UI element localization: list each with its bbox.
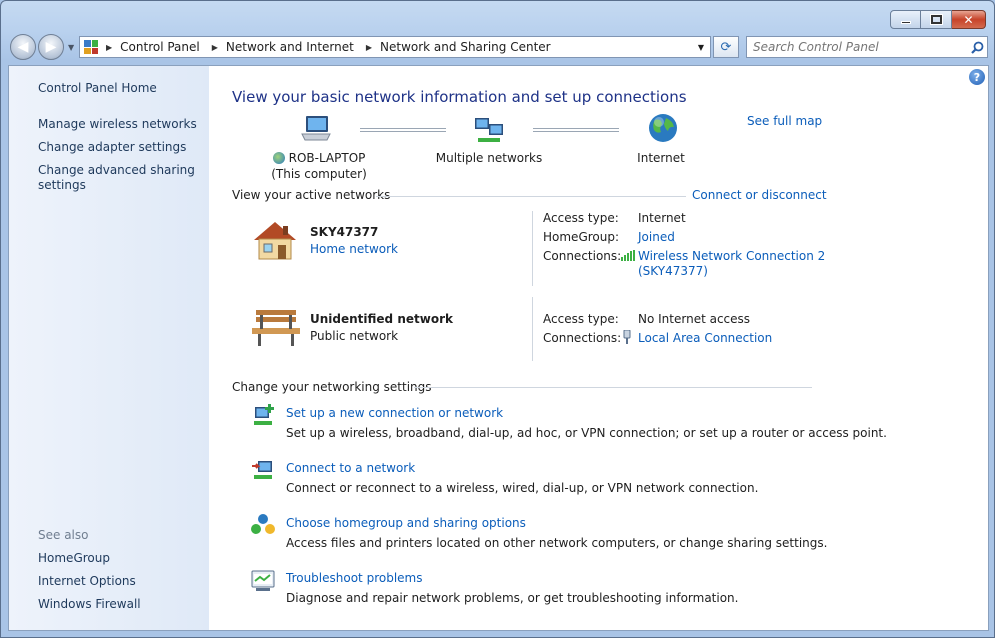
ethernet-plug-icon [622,329,632,347]
network-type-link[interactable]: Home network [310,242,398,256]
homegroup-sharing-link[interactable]: Choose homegroup and sharing options [286,515,827,531]
client-area: Control Panel Home Manage wireless netwo… [8,65,989,631]
multiple-networks-label: Multiple networks [435,151,543,165]
troubleshoot-link[interactable]: Troubleshoot problems [286,570,738,586]
sidebar-item-change-advanced-sharing-settings[interactable]: Change advanced sharing [38,163,195,178]
breadcrumb-arrow-icon[interactable]: ▶ [212,43,218,52]
task-connect-network: Connect to a network Connect or reconnec… [286,460,758,496]
help-button[interactable]: ? [969,69,985,85]
refresh-button[interactable]: ⟳ [713,36,739,58]
internet-globe-icon[interactable] [647,112,679,147]
access-type-value: Internet [638,211,686,225]
see-also-label: See also [38,528,89,542]
access-type-value: No Internet access [638,312,751,326]
wireless-connection-link[interactable]: Wireless Network Connection 2 [638,248,825,264]
recent-pages-dropdown-icon[interactable]: ▼ [68,43,74,52]
sidebar-item-homegroup[interactable]: HomeGroup [38,551,110,566]
this-computer-node[interactable]: ROB-LAPTOP (This computer) [259,150,379,182]
connections-label: Connections: [543,249,622,263]
homegroup-label: HomeGroup: [543,230,620,244]
home-network-icon[interactable] [250,218,300,265]
minimize-button[interactable] [890,10,921,29]
search-box[interactable] [746,36,988,58]
public-network-bench-icon[interactable] [250,306,302,351]
sidebar-item-windows-firewall[interactable]: Windows Firewall [38,597,141,612]
see-full-map-link[interactable]: See full map [747,114,822,128]
help-icon: ? [973,70,981,84]
navigation-bar: ◀ ▶ ▼ ▶ Control Panel ▶ Network and Intern… [10,34,988,60]
access-type-label: Access type: [543,211,619,225]
network-1: SKY47377 Home network [310,225,398,256]
breadcrumb-network-and-sharing-center[interactable]: ▶ Network and Sharing Center [364,40,561,54]
internet-label: Internet [637,151,685,165]
connect-or-disconnect-link[interactable]: Connect or disconnect [692,188,827,202]
network-name: SKY47377 [310,225,379,239]
computer-icon [300,114,332,145]
new-connection-icon[interactable] [250,402,276,428]
connect-network-description: Connect or reconnect to a wireless, wire… [286,481,759,495]
maximize-button[interactable] [921,10,952,29]
sidebar: Control Panel Home Manage wireless netwo… [9,66,209,630]
task-setup-connection: Set up a new connection or network Set u… [286,405,887,441]
search-input[interactable] [747,40,967,54]
computer-subtitle: (This computer) [271,167,367,181]
back-arrow-icon: ◀ [17,39,29,55]
homegroup-joined-link[interactable]: Joined [638,229,675,245]
sidebar-item-change-adapter-settings[interactable]: Change adapter settings [38,140,186,155]
control-panel-icon [84,40,98,54]
network-2: Unidentified network Public network [310,312,453,343]
troubleshoot-description: Diagnose and repair network problems, or… [286,591,739,605]
change-settings-label: Change your networking settings [232,380,432,394]
breadcrumb-control-panel[interactable]: ▶ Control Panel [104,40,210,54]
close-button[interactable]: ✕ [952,10,986,29]
address-dropdown-icon[interactable]: ▼ [698,43,704,52]
address-bar[interactable]: ▶ Control Panel ▶ Network and Internet ▶ Ne… [79,36,711,58]
window-frame: ✕ ◀ ▶ ▼ ▶ Control Panel ▶ Network and Inte… [0,0,995,638]
caption-buttons: ✕ [890,10,986,29]
forward-arrow-icon: ▶ [45,39,57,55]
section-divider [376,196,686,197]
page-title: View your basic network information and … [232,88,687,106]
sidebar-item-change-advanced-sharing-settings-line2[interactable]: settings [38,178,86,193]
back-button[interactable]: ◀ [10,34,36,60]
multiple-networks-icon[interactable] [472,114,506,147]
connect-network-icon[interactable] [250,457,276,483]
wireless-connection-ssid-link[interactable]: (SKY47377) [638,263,708,279]
main-content: ? View your basic network information an… [209,66,988,630]
breadcrumb-network-and-internet[interactable]: ▶ Network and Internet [210,40,364,54]
breadcrumb-arrow-icon[interactable]: ▶ [106,43,112,52]
minimize-icon [900,21,911,24]
homegroup-icon[interactable] [250,512,276,538]
vertical-divider [532,297,533,361]
sidebar-item-manage-wireless-networks[interactable]: Manage wireless networks [38,117,197,132]
computer-network-icon [272,152,285,164]
connect-network-link[interactable]: Connect to a network [286,460,758,476]
connector-line [360,128,446,132]
access-type-label: Access type: [543,312,619,326]
maximize-icon [929,14,943,25]
task-troubleshoot: Troubleshoot problems Diagnose and repai… [286,570,738,606]
computer-name: ROB-LAPTOP [288,151,366,165]
section-divider [414,387,812,388]
sidebar-item-internet-options[interactable]: Internet Options [38,574,136,589]
close-icon: ✕ [963,12,974,27]
troubleshoot-icon[interactable] [250,567,276,593]
setup-connection-link[interactable]: Set up a new connection or network [286,405,887,421]
refresh-icon: ⟳ [720,39,732,55]
sidebar-control-panel-home[interactable]: Control Panel Home [38,81,157,96]
setup-connection-description: Set up a wireless, broadband, dial-up, a… [286,426,887,440]
local-area-connection-link[interactable]: Local Area Connection [638,330,772,346]
wireless-signal-icon [620,250,636,264]
network-name: Unidentified network [310,312,453,326]
search-icon[interactable] [967,41,987,54]
vertical-divider [532,211,533,286]
connections-label: Connections: [543,331,622,345]
task-homegroup: Choose homegroup and sharing options Acc… [286,515,827,551]
homegroup-sharing-description: Access files and printers located on oth… [286,536,828,550]
network-type: Public network [310,329,399,343]
connector-line [533,128,619,132]
forward-button[interactable]: ▶ [38,34,64,60]
active-networks-label: View your active networks [232,188,391,202]
breadcrumb-arrow-icon[interactable]: ▶ [366,43,372,52]
